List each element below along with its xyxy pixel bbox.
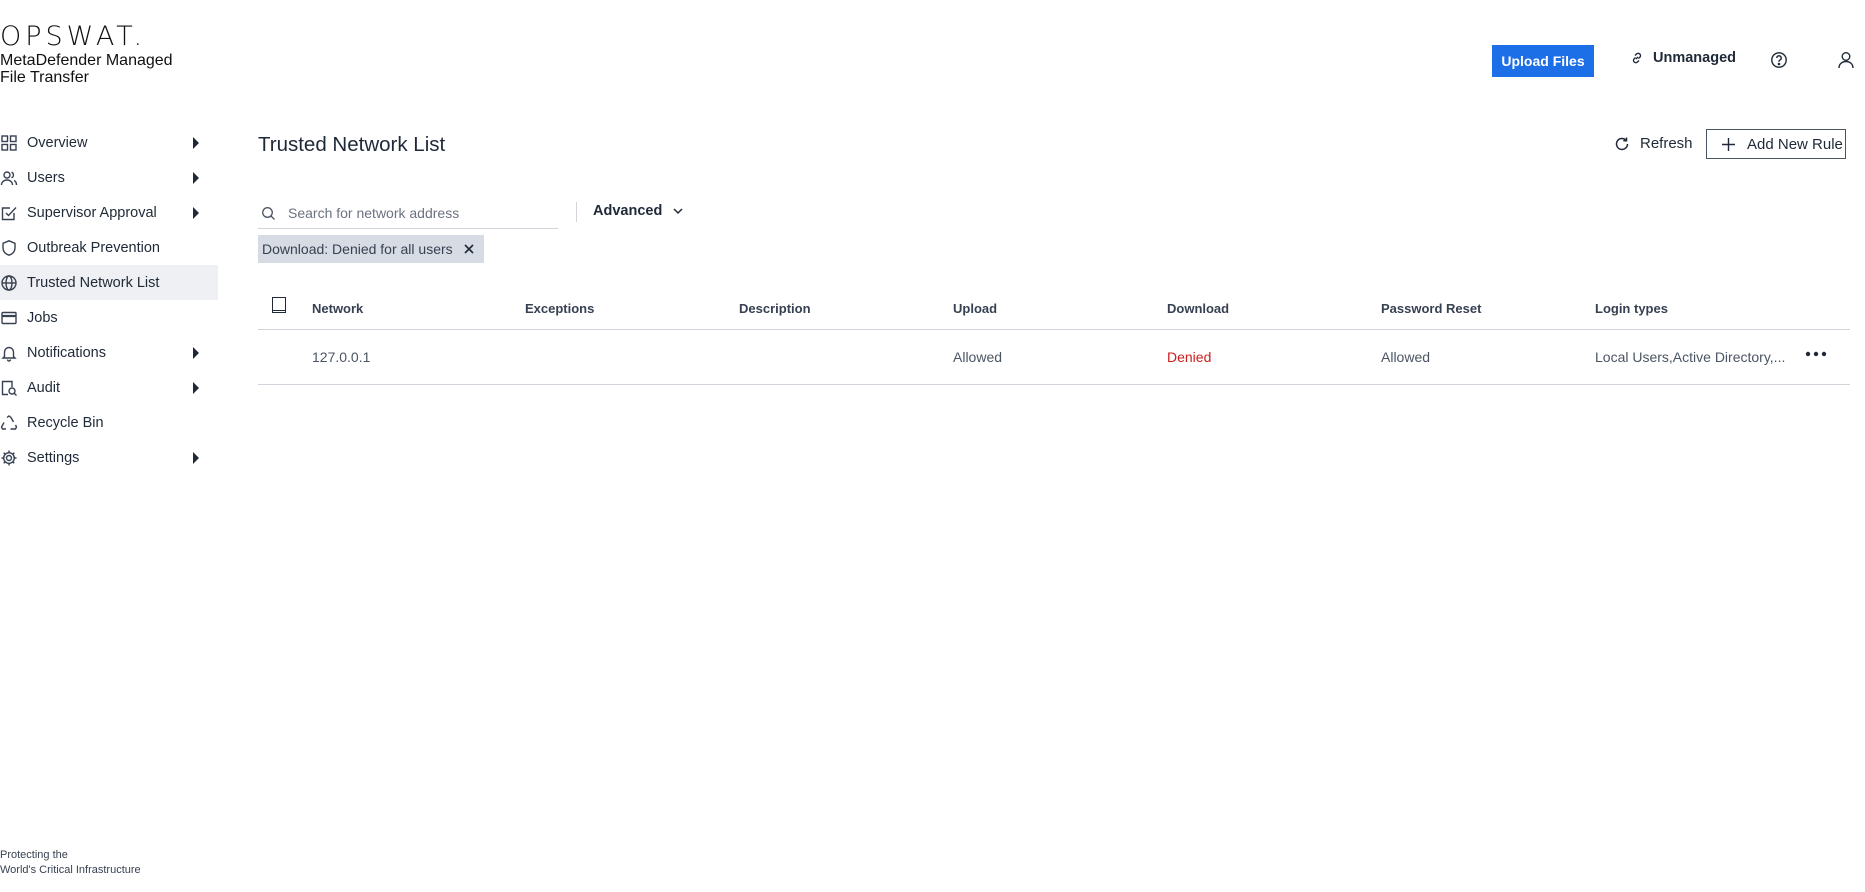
- sidebar-item-label: Jobs: [27, 309, 58, 326]
- refresh-button[interactable]: Refresh: [1614, 135, 1693, 152]
- sidebar: OPSWAT. MetaDefender Managed File Transf…: [0, 0, 218, 892]
- sidebar-item-jobs[interactable]: Jobs: [0, 300, 218, 335]
- upload-files-button[interactable]: Upload Files: [1492, 45, 1594, 77]
- product-name: MetaDefender Managed File Transfer: [0, 52, 173, 86]
- jobs-icon: [0, 309, 18, 327]
- search-input[interactable]: [286, 204, 550, 222]
- sidebar-item-label: Notifications: [27, 344, 106, 361]
- filter-chip-label: Download: Denied for all users: [262, 241, 453, 257]
- grid-icon: [0, 134, 18, 152]
- caret-right-icon: [193, 452, 199, 464]
- sidebar-item-settings[interactable]: Settings: [0, 440, 218, 475]
- sidebar-item-label: Users: [27, 169, 65, 186]
- users-icon: [0, 169, 18, 187]
- globe-icon: [0, 274, 18, 292]
- filter-chip: Download: Denied for all users: [258, 235, 484, 263]
- sidebar-item-label: Audit: [27, 379, 61, 396]
- advanced-label: Advanced: [593, 203, 663, 219]
- link-icon: [1630, 51, 1653, 65]
- shield-icon: [0, 239, 18, 257]
- sidebar-item-recycle-bin[interactable]: Recycle Bin: [0, 405, 218, 440]
- add-new-rule-button[interactable]: Add New Rule: [1706, 129, 1846, 159]
- tagline: Protecting the World's Critical Infrastr…: [0, 848, 141, 878]
- audit-icon: [0, 379, 18, 397]
- refresh-icon: [1614, 136, 1640, 152]
- sidebar-item-label: Overview: [27, 134, 88, 151]
- search-icon: [258, 206, 276, 221]
- caret-right-icon: [193, 137, 199, 149]
- row-checkbox[interactable]: [272, 297, 286, 311]
- tagline-line: World's Critical Infrastructure: [0, 864, 141, 876]
- column-header-network[interactable]: Network: [312, 301, 363, 316]
- caret-right-icon: [193, 207, 199, 219]
- advanced-filter-dropdown[interactable]: Advanced: [593, 203, 684, 219]
- cell-login-types: Local Users,Active Directory,...: [1595, 349, 1786, 365]
- cell-password-reset: Allowed: [1381, 349, 1431, 365]
- sidebar-item-audit[interactable]: Audit: [0, 370, 218, 405]
- page-title: Trusted Network List: [258, 133, 446, 156]
- help-icon[interactable]: [1770, 51, 1788, 69]
- caret-right-icon: [193, 382, 199, 394]
- sidebar-item-label: Outbreak Prevention: [27, 239, 160, 256]
- caret-right-icon: [193, 172, 199, 184]
- sidebar-item-label: Trusted Network List: [27, 274, 160, 291]
- column-header-exceptions[interactable]: Exceptions: [525, 301, 594, 316]
- refresh-label: Refresh: [1640, 135, 1693, 152]
- chevron-down-icon: [662, 205, 684, 217]
- search-box: [258, 198, 558, 229]
- sidebar-item-supervisor-approval[interactable]: Supervisor Approval: [0, 195, 218, 230]
- sidebar-item-label: Settings: [27, 449, 80, 466]
- plus-icon: [1707, 137, 1747, 152]
- divider: [576, 202, 577, 222]
- unmanaged-label: Unmanaged: [1653, 50, 1736, 66]
- column-header-upload[interactable]: Upload: [953, 301, 997, 316]
- cell-upload: Allowed: [953, 349, 1003, 365]
- caret-right-icon: [193, 347, 199, 359]
- tagline-line: Protecting the: [0, 849, 68, 861]
- sidebar-item-overview[interactable]: Overview: [0, 125, 218, 160]
- opswat-logo: OPSWAT.: [0, 21, 147, 52]
- sidebar-item-users[interactable]: Users: [0, 160, 218, 195]
- table-header: Network Exceptions Description Upload Do…: [258, 289, 1850, 330]
- sidebar-item-notifications[interactable]: Notifications: [0, 335, 218, 370]
- table-row[interactable]: 127.0.0.1 Allowed Denied Allowed Local U…: [258, 297, 1850, 385]
- user-icon[interactable]: [1836, 50, 1856, 70]
- cell-download: Denied: [1167, 349, 1212, 365]
- column-header-download[interactable]: Download: [1167, 301, 1229, 316]
- sidebar-item-outbreak-prevention[interactable]: Outbreak Prevention: [0, 230, 218, 265]
- add-new-rule-label: Add New Rule: [1747, 135, 1843, 153]
- sidebar-item-trusted-network-list[interactable]: Trusted Network List: [0, 265, 218, 300]
- sidebar-item-label: Supervisor Approval: [27, 204, 157, 221]
- cell-network: 127.0.0.1: [312, 349, 371, 365]
- column-header-login-types[interactable]: Login types: [1595, 301, 1668, 316]
- network-table: Network Exceptions Description Upload Do…: [258, 289, 1850, 385]
- bell-icon: [0, 344, 18, 362]
- sidebar-item-label: Recycle Bin: [27, 414, 104, 431]
- column-header-password-reset[interactable]: Password Reset: [1381, 301, 1481, 316]
- unmanaged-link[interactable]: Unmanaged: [1630, 50, 1736, 66]
- gear-icon: [0, 449, 18, 467]
- approval-icon: [0, 204, 18, 222]
- more-options-icon[interactable]: [1805, 350, 1827, 358]
- column-header-description[interactable]: Description: [739, 301, 811, 316]
- close-icon[interactable]: [463, 243, 475, 255]
- recycle-icon: [0, 414, 18, 432]
- sidebar-nav: Overview Users Supervisor Approval Outbr…: [0, 125, 218, 475]
